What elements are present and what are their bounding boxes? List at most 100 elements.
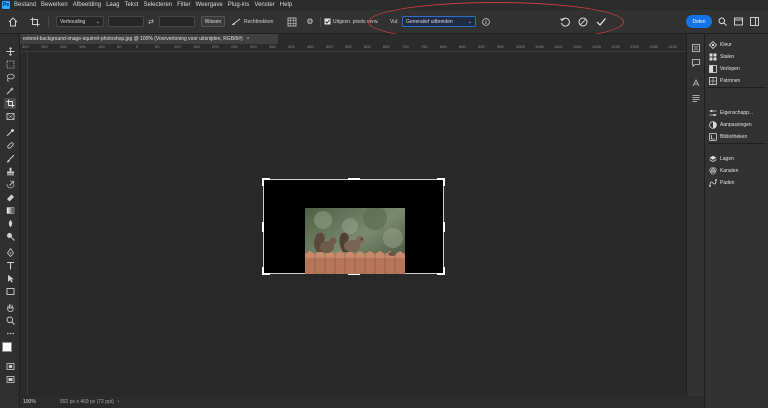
channels-icon (708, 166, 718, 176)
ruler-tick-label: 1050 (535, 44, 544, 49)
character-panel-icon[interactable] (691, 78, 701, 88)
ratio-select[interactable]: Verhouding ⌄ (56, 16, 104, 27)
home-icon[interactable] (6, 16, 20, 27)
dodge-tool-icon[interactable] (4, 231, 16, 242)
panel-label: Kleur (720, 42, 732, 48)
search-icon[interactable] (716, 16, 728, 27)
panel-verlopen[interactable]: Verlopen (708, 63, 766, 75)
crop-handle-right[interactable] (443, 222, 445, 232)
menu-item-venster[interactable]: Venster (254, 2, 274, 8)
panel-stalen[interactable]: Stalen (708, 51, 766, 63)
crop-handle-bottom-left[interactable] (262, 267, 264, 275)
ruler-tick-label: 550 (345, 44, 352, 49)
properties-panels-group: Eigenschapp... Aanpassingen Bibliotheken (708, 107, 766, 144)
ruler-tick-label: 900 (478, 44, 485, 49)
frame-tool-icon[interactable] (4, 111, 16, 122)
pen-tool-icon[interactable] (4, 247, 16, 258)
share-button[interactable]: Delen (686, 15, 712, 28)
menu-item-weergave[interactable]: Weergave (195, 2, 222, 8)
menu-item-filter[interactable]: Filter (177, 2, 190, 8)
status-arrow-icon[interactable]: › (118, 399, 120, 405)
document-tab-bar: extend-background-image-squirrel-photosh… (20, 34, 704, 44)
blur-tool-icon[interactable] (4, 218, 16, 229)
clear-button[interactable]: Wissen (201, 16, 225, 27)
move-tool-icon[interactable] (4, 46, 16, 57)
paragraph-panel-icon[interactable] (691, 93, 701, 103)
menu-item-afbeelding[interactable]: Afbeelding (73, 2, 101, 8)
screen-mode-icon[interactable] (4, 374, 16, 385)
straighten-label[interactable]: Rechttrekken (244, 16, 278, 27)
crop-handle-left[interactable] (262, 222, 264, 232)
ruler-tick-label: 50 (155, 44, 160, 49)
zoom-level[interactable]: 100% (20, 399, 50, 405)
type-tool-icon[interactable] (4, 260, 16, 271)
panel-patronen[interactable]: Patronen (708, 75, 766, 87)
gear-icon[interactable]: ⚙ (304, 16, 316, 27)
panel-kanalen[interactable]: Kanalen (708, 165, 766, 177)
panel-aanpassingen[interactable]: Aanpassingen (708, 119, 766, 131)
marquee-tool-icon[interactable] (4, 59, 16, 70)
eraser-tool-icon[interactable] (4, 192, 16, 203)
panel-paden[interactable]: Paden (708, 177, 766, 189)
document-tab[interactable]: extend-background-image-squirrel-photosh… (20, 34, 278, 44)
gradient-tool-icon[interactable] (4, 205, 16, 216)
ruler-tick-label: 100 (174, 44, 181, 49)
more-tools-icon[interactable] (4, 328, 16, 339)
healing-brush-tool-icon[interactable] (4, 140, 16, 151)
ruler-tick-label: 600 (364, 44, 371, 49)
menu-item-bestand[interactable]: Bestand (14, 2, 36, 8)
workspace-icon[interactable] (748, 16, 760, 27)
menu-item-help[interactable]: Help (280, 2, 292, 8)
ruler-tick-label: 850 (459, 44, 466, 49)
history-brush-tool-icon[interactable] (4, 179, 16, 190)
ruler-tick-label: 1150 (573, 44, 582, 49)
quick-mask-icon[interactable] (4, 361, 16, 372)
rectangle-tool-icon[interactable] (4, 286, 16, 297)
lasso-tool-icon[interactable] (4, 72, 16, 83)
object-selection-tool-icon[interactable] (4, 85, 16, 96)
ruler-tick-label: 1250 (611, 44, 620, 49)
width-input[interactable] (108, 16, 144, 27)
learn-icon[interactable] (732, 16, 744, 27)
path-selection-tool-icon[interactable] (4, 273, 16, 284)
crop-handle-top[interactable] (348, 178, 360, 180)
crop-tool-preset-icon[interactable] (28, 16, 42, 27)
panel-label: Verlopen (720, 66, 740, 72)
panel-kleur[interactable]: Kleur (708, 39, 766, 51)
foreground-color-swatch[interactable] (2, 342, 12, 352)
menu-item-tekst[interactable]: Tekst (124, 2, 138, 8)
panels-dock: Kleur Stalen Verlopen Patronen Eigenscha… (704, 34, 768, 408)
menu-item-laag[interactable]: Laag (106, 2, 119, 8)
straighten-icon[interactable] (230, 16, 242, 27)
ruler-tick-label: 1100 (554, 44, 563, 49)
menu-item-bewerken[interactable]: Bewerken (41, 2, 68, 8)
crop-handle-top-right[interactable] (443, 178, 445, 186)
ruler-tick-label: 250 (41, 44, 48, 49)
clone-stamp-tool-icon[interactable] (4, 166, 16, 177)
zoom-tool-icon[interactable] (4, 315, 16, 326)
menu-item-plug-ins[interactable]: Plug-ins (228, 2, 250, 8)
close-icon[interactable]: × (247, 36, 250, 42)
panel-lagen[interactable]: Lagen (708, 153, 766, 165)
layers-panels-group: Lagen Kanalen Paden (708, 153, 766, 189)
overlay-grid-icon[interactable] (286, 16, 298, 27)
delete-pixels-checkbox[interactable] (324, 16, 331, 27)
ruler-tick-label: 700 (402, 44, 409, 49)
menu-item-selecteren[interactable]: Selecteren (143, 2, 172, 8)
document-dimensions: 892 px x 469 px (72 ppi) (60, 399, 114, 405)
panel-bibliotheken[interactable]: Bibliotheken (708, 131, 766, 143)
eyedropper-tool-icon[interactable] (4, 127, 16, 138)
crop-tool-icon[interactable] (4, 98, 16, 109)
hand-tool-icon[interactable] (4, 302, 16, 313)
brush-tool-icon[interactable] (4, 153, 16, 164)
crop-handle-top-left[interactable] (262, 178, 264, 186)
comments-panel-icon[interactable] (691, 58, 701, 68)
panel-eigenschappen[interactable]: Eigenschapp... (708, 107, 766, 119)
libraries-icon (708, 132, 718, 142)
history-panel-icon[interactable] (691, 43, 701, 53)
height-input[interactable] (159, 16, 195, 27)
panel-label: Kanalen (720, 168, 739, 174)
crop-handle-bottom-right[interactable] (443, 267, 445, 275)
ruler-tick-label: 150 (193, 44, 200, 49)
swap-icon[interactable]: ⇄ (146, 16, 156, 27)
